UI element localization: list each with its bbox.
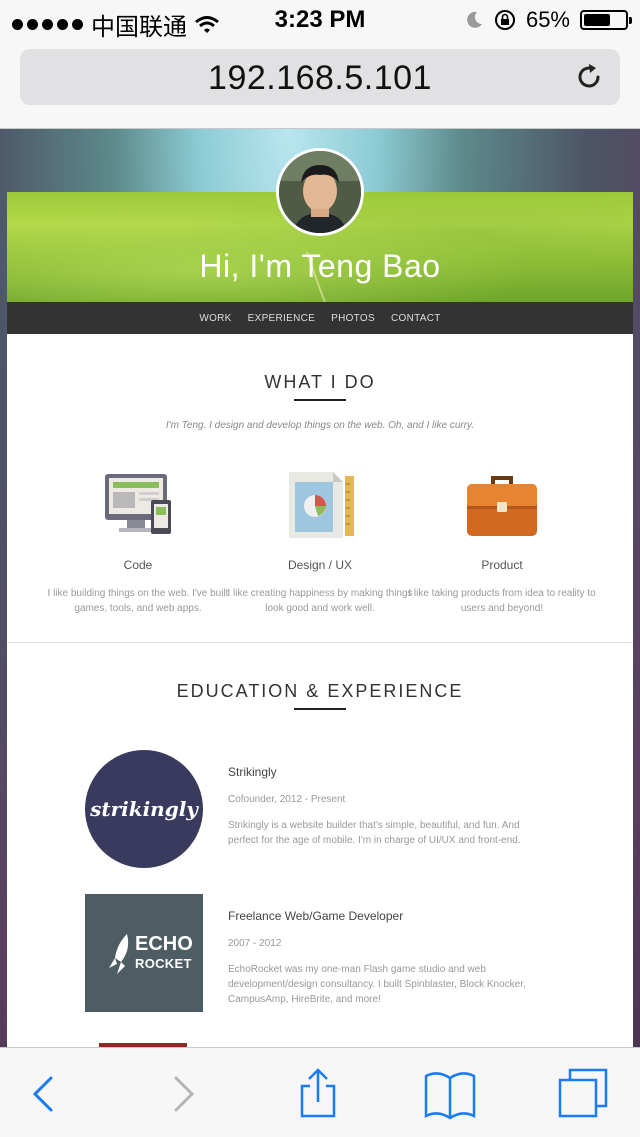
title-underline <box>294 708 346 710</box>
share-icon[interactable] <box>290 1066 346 1122</box>
battery-level <box>584 14 610 26</box>
browser-toolbar <box>0 1047 640 1137</box>
moon-icon <box>467 11 482 28</box>
battery-percent: 65% <box>525 7 570 32</box>
rotation-lock-icon <box>494 10 515 30</box>
title-underline <box>294 399 346 401</box>
nav-contact[interactable]: CONTACT <box>391 313 441 324</box>
status-right: 65% <box>464 7 632 33</box>
bookmarks-icon[interactable] <box>422 1066 478 1122</box>
experience-meta: Cofounder, 2012 - Present <box>228 794 346 805</box>
experience-meta: 2007 - 2012 <box>228 938 282 949</box>
address-field[interactable]: 192.168.5.101 <box>20 49 620 105</box>
avatar <box>276 148 364 236</box>
back-icon[interactable] <box>15 1066 71 1122</box>
nav-work[interactable]: WORK <box>199 313 231 324</box>
nav-photos[interactable]: PHOTOS <box>331 313 375 324</box>
section-title: EDUCATION & EXPERIENCE <box>176 681 464 701</box>
tagline: I'm Teng. I design and develop things on… <box>165 420 475 431</box>
experience-title: Strikingly <box>228 765 277 779</box>
experience-desc: EchoRocket was my one-man Flash game stu… <box>228 964 526 1005</box>
battery-icon <box>580 10 632 30</box>
section-title: WHAT I DO <box>264 372 376 392</box>
feature-desc: I like taking products from idea to real… <box>408 588 596 614</box>
feature-desc: I like creating happiness by making thin… <box>227 588 413 614</box>
hero-title: Hi, I'm Teng Bao <box>199 248 441 284</box>
tabs-icon[interactable] <box>556 1066 612 1122</box>
status-bar: 中国联通 3:23 PM 65% <box>0 0 640 41</box>
nav-experience[interactable]: EXPERIENCE <box>248 313 315 324</box>
feature-desc: I like building things on the web. I've … <box>47 588 229 614</box>
logo-text: ECHO ROCKET <box>135 933 193 971</box>
address-bar-area: 192.168.5.101 <box>0 40 640 129</box>
monitor-icon <box>105 474 171 534</box>
briefcase-icon <box>467 476 537 536</box>
experience-item: ECHO ROCKET Freelance Web/Game Developer… <box>7 894 633 1012</box>
feature-name: Product <box>481 558 523 572</box>
url-text: 192.168.5.101 <box>208 59 432 97</box>
what-i-do-section: WHAT I DO I'm Teng. I design and develop… <box>7 334 633 643</box>
design-icon <box>289 472 354 538</box>
education-section: EDUCATION & EXPERIENCE strikingly Striki… <box>7 643 633 1049</box>
forward-icon[interactable] <box>156 1066 212 1122</box>
logo-text: strikingly <box>90 797 198 821</box>
rocket-icon <box>109 934 129 974</box>
reload-icon[interactable] <box>574 62 604 92</box>
strikingly-logo: strikingly <box>85 750 203 868</box>
feature-name: Code <box>123 558 153 572</box>
experience-desc: Strikingly is a website builder that's s… <box>228 820 521 846</box>
experience-title: Freelance Web/Game Developer <box>228 909 404 923</box>
feature-name: Design / UX <box>287 558 353 572</box>
echorocket-logo: ECHO ROCKET <box>85 894 203 1012</box>
site-nav: WORK EXPERIENCE PHOTOS CONTACT <box>7 302 633 334</box>
